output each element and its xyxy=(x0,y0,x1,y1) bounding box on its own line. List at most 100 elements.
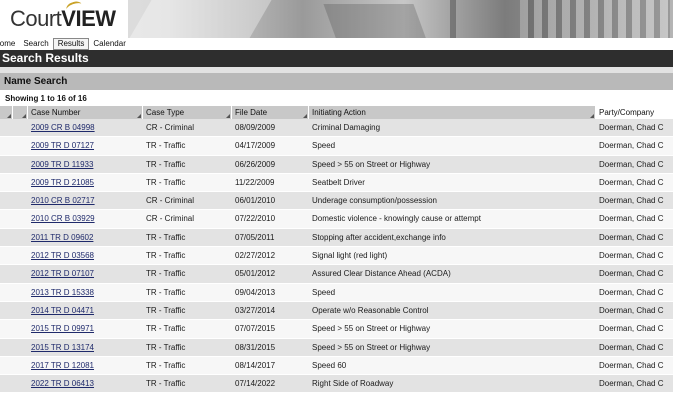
case-number-link[interactable]: 2014 TR D 04471 xyxy=(31,306,94,315)
initiating-action-cell: Speed 60 xyxy=(312,360,347,370)
file-date-cell-cell-wrap: 08/31/2015 xyxy=(232,339,309,356)
case-type-cell-cell-wrap: TR - Traffic xyxy=(143,229,232,246)
initiating-action-cell-cell-wrap: Operate w/o Reasonable Control xyxy=(309,302,596,319)
header-case-type[interactable]: Case Type xyxy=(143,106,232,119)
case-number-cell-wrap: 2015 TR D 13174 xyxy=(28,339,143,356)
table-row: 2010 CR B 03929 CR - Criminal 07/22/2010 Do… xyxy=(0,210,673,229)
case-number-link[interactable]: 2011 TR D 09602 xyxy=(31,233,93,242)
file-date-cell-cell-wrap: 06/26/2009 xyxy=(232,156,309,173)
sort-icon xyxy=(22,114,26,118)
header-label: File Date xyxy=(235,108,268,117)
table-row: 2022 TR D 06413 TR - Traffic 07/14/2022 Rig… xyxy=(0,375,673,394)
case-number-link[interactable]: 2022 TR D 06413 xyxy=(31,379,94,388)
row-spacer xyxy=(0,119,13,136)
case-number-link[interactable]: 2009 TR D 21085 xyxy=(31,178,94,187)
sort-icon xyxy=(226,114,230,118)
header-case-number[interactable]: Case Number xyxy=(28,106,143,119)
case-number-cell-wrap: 2012 TR D 03568 xyxy=(28,247,143,264)
case-number-link[interactable]: 2012 TR D 03568 xyxy=(31,251,94,260)
row-spacer xyxy=(13,119,28,136)
initiating-action-cell: Right Side of Roadway xyxy=(312,379,394,389)
file-date-cell-cell-wrap: 07/05/2011 xyxy=(232,229,309,246)
party-cell-cell-wrap: Doerman, Chad C xyxy=(596,375,673,392)
case-number-cell-wrap: 2014 TR D 04471 xyxy=(28,302,143,319)
case-number-link[interactable]: 2015 TR D 09971 xyxy=(31,324,94,333)
header-party[interactable]: Party/Company xyxy=(596,106,673,119)
case-number-link[interactable]: 2013 TR D 15338 xyxy=(31,288,94,297)
case-number-cell-wrap: 2009 CR B 04998 xyxy=(28,119,143,136)
case-number-link[interactable]: 2009 TR D 11933 xyxy=(31,160,93,169)
case-number-cell-wrap: 2013 TR D 15338 xyxy=(28,284,143,301)
header-label: Case Type xyxy=(146,108,185,117)
case-type-cell: TR - Traffic xyxy=(146,324,186,334)
case-number-link[interactable]: 2009 TR D 07127 xyxy=(31,141,94,150)
row-spacer xyxy=(0,357,13,374)
table-row: 2015 TR D 13174 TR - Traffic 08/31/2015 Spe… xyxy=(0,338,673,357)
initiating-action-cell: Signal light (red light) xyxy=(312,251,388,261)
banner-decoration xyxy=(323,4,427,38)
row-spacer xyxy=(0,284,13,301)
row-spacer xyxy=(13,156,28,173)
row-spacer xyxy=(13,174,28,191)
header-spacer xyxy=(13,106,28,119)
case-type-cell: CR - Criminal xyxy=(146,196,194,206)
initiating-action-cell: Speed > 55 on Street or Highway xyxy=(312,159,431,169)
case-type-cell-cell-wrap: TR - Traffic xyxy=(143,137,232,154)
table-header: Case Number Case Type File Date Initiati… xyxy=(0,106,673,119)
party-cell-cell-wrap: Doerman, Chad C xyxy=(596,210,673,227)
case-number-link[interactable]: 2010 CR B 03929 xyxy=(31,214,95,223)
case-type-cell-cell-wrap: TR - Traffic xyxy=(143,156,232,173)
nav-search[interactable]: Search xyxy=(19,39,52,49)
row-spacer xyxy=(13,265,28,282)
row-spacer xyxy=(0,192,13,209)
nav-calendar[interactable]: Calendar xyxy=(89,39,129,49)
case-number-link[interactable]: 2015 TR D 13174 xyxy=(31,343,94,352)
party-cell: Doerman, Chad C xyxy=(599,360,664,370)
sort-icon xyxy=(303,114,307,118)
initiating-action-cell-cell-wrap: Domestic violence - knowingly cause or a… xyxy=(309,210,596,227)
case-type-cell: TR - Traffic xyxy=(146,342,186,352)
nav-home[interactable]: Home xyxy=(0,39,19,49)
case-number-link[interactable]: 2010 CR B 02717 xyxy=(31,196,95,205)
row-spacer xyxy=(13,375,28,392)
initiating-action-cell-cell-wrap: Speed xyxy=(309,284,596,301)
banner-decoration xyxy=(122,0,278,38)
result-count: Showing 1 to 16 of 16 xyxy=(5,94,87,103)
file-date-cell-cell-wrap: 02/27/2012 xyxy=(232,247,309,264)
party-cell-cell-wrap: Doerman, Chad C xyxy=(596,229,673,246)
case-number-link[interactable]: 2017 TR D 12081 xyxy=(31,361,94,370)
case-number-cell-wrap: 2010 CR B 02717 xyxy=(28,192,143,209)
case-number-cell-wrap: 2010 CR B 03929 xyxy=(28,210,143,227)
party-cell-cell-wrap: Doerman, Chad C xyxy=(596,137,673,154)
row-spacer xyxy=(13,210,28,227)
file-date-cell: 05/01/2012 xyxy=(235,269,276,279)
section-title: Name Search xyxy=(0,73,673,90)
file-date-cell: 08/31/2015 xyxy=(235,342,276,352)
initiating-action-cell-cell-wrap: Seatbelt Driver xyxy=(309,174,596,191)
file-date-cell: 07/14/2022 xyxy=(235,379,276,389)
case-type-cell: TR - Traffic xyxy=(146,360,186,370)
party-cell: Doerman, Chad C xyxy=(599,232,664,242)
file-date-cell: 03/27/2014 xyxy=(235,305,276,315)
row-spacer xyxy=(13,247,28,264)
table-row: 2010 CR B 02717 CR - Criminal 06/01/2010 Un… xyxy=(0,192,673,211)
case-number-cell-wrap: 2009 TR D 21085 xyxy=(28,174,143,191)
party-cell-cell-wrap: Doerman, Chad C xyxy=(596,302,673,319)
case-number-link[interactable]: 2012 TR D 07107 xyxy=(31,269,94,278)
row-spacer xyxy=(0,174,13,191)
table-row: 2013 TR D 15338 TR - Traffic 09/04/2013 Spe… xyxy=(0,283,673,302)
initiating-action-cell: Operate w/o Reasonable Control xyxy=(312,305,429,315)
case-type-cell-cell-wrap: TR - Traffic xyxy=(143,320,232,337)
initiating-action-cell: Assured Clear Distance Ahead (ACDA) xyxy=(312,269,451,279)
party-cell: Doerman, Chad C xyxy=(599,123,664,132)
header-file-date[interactable]: File Date xyxy=(232,106,309,119)
file-date-cell-cell-wrap: 11/22/2009 xyxy=(232,174,309,191)
header-initiating-action[interactable]: Initiating Action xyxy=(309,106,596,119)
header-label: Party/Company xyxy=(599,108,655,117)
table-row: 2014 TR D 04471 TR - Traffic 03/27/2014 Ope… xyxy=(0,301,673,321)
case-number-link[interactable]: 2009 CR B 04998 xyxy=(31,123,95,132)
nav-results[interactable]: Results xyxy=(52,37,90,50)
case-number-cell-wrap: 2012 TR D 07107 xyxy=(28,265,143,282)
file-date-cell-cell-wrap: 04/17/2009 xyxy=(232,137,309,154)
party-cell: Doerman, Chad C xyxy=(599,214,664,224)
